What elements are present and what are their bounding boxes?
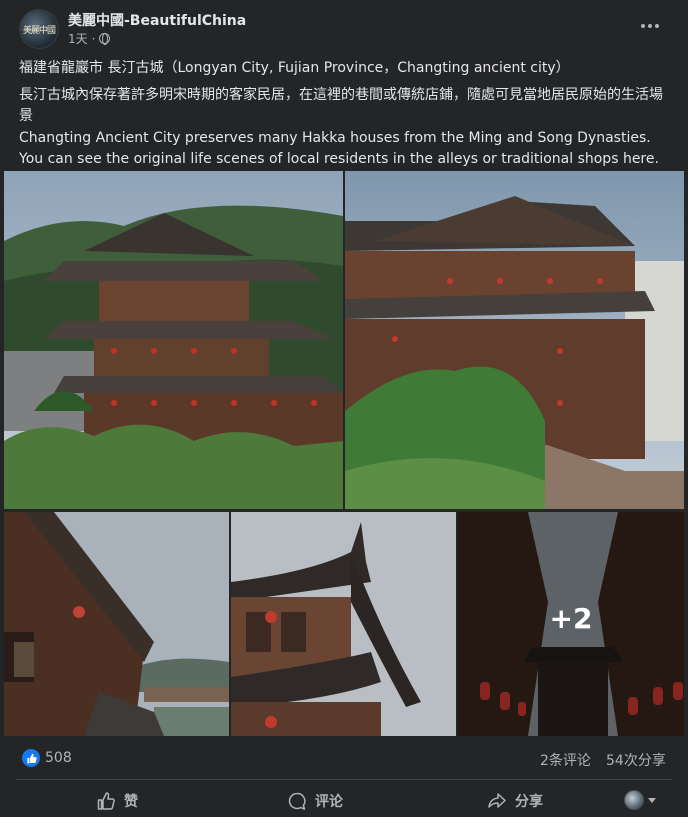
like-button[interactable]: 赞 bbox=[96, 788, 138, 814]
thumbs-up-icon bbox=[97, 792, 115, 810]
likes-count[interactable]: 508 bbox=[45, 750, 72, 766]
user-avatar bbox=[624, 790, 644, 810]
more-dot-icon bbox=[648, 24, 652, 28]
post-meta: 1天 · bbox=[68, 30, 111, 47]
meta-separator: · bbox=[91, 31, 96, 46]
more-photos-overlay[interactable]: +2 bbox=[458, 512, 684, 736]
post-body: 福建省龍巖市 長汀古城（Longyan City, Fujian Provinc… bbox=[19, 58, 674, 171]
more-options-button[interactable] bbox=[633, 12, 667, 40]
actions-divider bbox=[16, 779, 672, 780]
post-actions: 赞 评论 分享 bbox=[0, 784, 688, 817]
like-reaction-icon[interactable] bbox=[22, 749, 40, 767]
share-button[interactable]: 分享 bbox=[487, 788, 543, 814]
more-photos-count: +2 bbox=[549, 601, 593, 635]
photo-3[interactable] bbox=[4, 512, 229, 736]
shares-count[interactable]: 54次分享 bbox=[606, 750, 666, 770]
photo-1-image bbox=[4, 171, 343, 509]
comment-label: 评论 bbox=[315, 794, 343, 810]
avatar-logo-text: 美麗中國 bbox=[23, 26, 56, 36]
more-dot-icon bbox=[655, 24, 659, 28]
post-text-chinese: 長汀古城內保存著許多明宋時期的客家民居，在這裡的巷間或傳統店鋪，隨處可見當地居民… bbox=[19, 87, 663, 124]
photo-2[interactable] bbox=[345, 171, 684, 509]
photo-4[interactable] bbox=[231, 512, 456, 736]
comment-button[interactable]: 评论 bbox=[287, 788, 343, 814]
photo-3-image bbox=[4, 512, 229, 736]
share-arrow-icon bbox=[488, 793, 506, 808]
reactions-bar: 508 2条评论 54次分享 bbox=[0, 745, 688, 773]
photo-4-image bbox=[231, 512, 456, 736]
reaction-audience-selector[interactable] bbox=[624, 790, 656, 810]
post-time[interactable]: 1天 bbox=[68, 30, 88, 47]
post-text-english: Changting Ancient City preserves many Ha… bbox=[19, 130, 659, 167]
page-avatar[interactable]: 美麗中國 bbox=[19, 9, 59, 49]
post-location-line: 福建省龍巖市 長汀古城（Longyan City, Fujian Provinc… bbox=[19, 60, 570, 76]
comments-count[interactable]: 2条评论 bbox=[540, 750, 591, 770]
post-header: 美麗中國 美麗中國-BeautifulChina 1天 · bbox=[0, 0, 688, 56]
photo-5-more[interactable]: +2 bbox=[458, 512, 684, 736]
share-label: 分享 bbox=[515, 794, 543, 810]
more-dot-icon bbox=[641, 24, 645, 28]
globe-icon bbox=[99, 33, 111, 45]
photo-1[interactable] bbox=[4, 171, 343, 509]
page-name-link[interactable]: 美麗中國-BeautifulChina bbox=[68, 10, 246, 30]
like-label: 赞 bbox=[124, 794, 138, 810]
chevron-down-icon bbox=[648, 797, 656, 803]
comment-bubble-icon bbox=[288, 792, 306, 810]
photo-2-image bbox=[345, 171, 684, 509]
